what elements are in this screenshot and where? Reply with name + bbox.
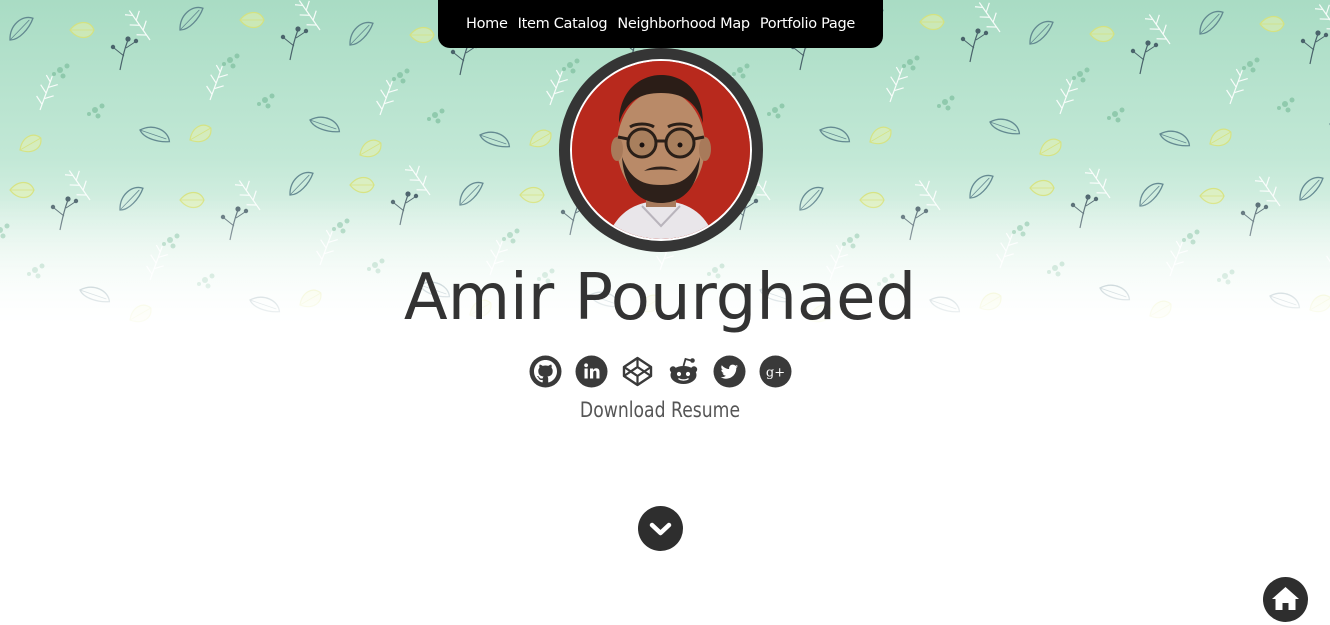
home-icon — [1272, 587, 1299, 610]
nav-item-item-catalog[interactable]: Item Catalog — [518, 16, 608, 32]
scroll-down-button[interactable] — [638, 506, 683, 551]
codepen-icon[interactable] — [621, 355, 654, 388]
github-icon[interactable] — [529, 355, 562, 388]
profile-name: Amir Pourghaed — [403, 261, 917, 335]
profile-photo — [572, 61, 750, 239]
avatar-border — [570, 59, 752, 241]
chevron-down-icon — [649, 522, 672, 536]
download-resume-link[interactable]: Download Resume — [119, 398, 1201, 422]
nav-item-home[interactable]: Home — [466, 16, 508, 32]
top-nav: Home Item Catalog Neighborhood Map Portf… — [438, 0, 883, 48]
nav-item-portfolio-page[interactable]: Portfolio Page — [760, 16, 855, 32]
home-button[interactable] — [1263, 577, 1308, 622]
google-plus-icon[interactable]: g+ — [759, 355, 792, 388]
nav-item-neighborhood-map[interactable]: Neighborhood Map — [617, 16, 750, 32]
page: Home Item Catalog Neighborhood Map Portf… — [0, 0, 1330, 625]
avatar — [572, 61, 750, 239]
social-links: g+ — [0, 355, 1320, 388]
svg-text:g+: g+ — [765, 366, 784, 381]
twitter-icon[interactable] — [713, 355, 746, 388]
linkedin-icon[interactable] — [575, 355, 608, 388]
avatar-ring — [559, 48, 763, 252]
reddit-icon[interactable] — [667, 355, 700, 388]
